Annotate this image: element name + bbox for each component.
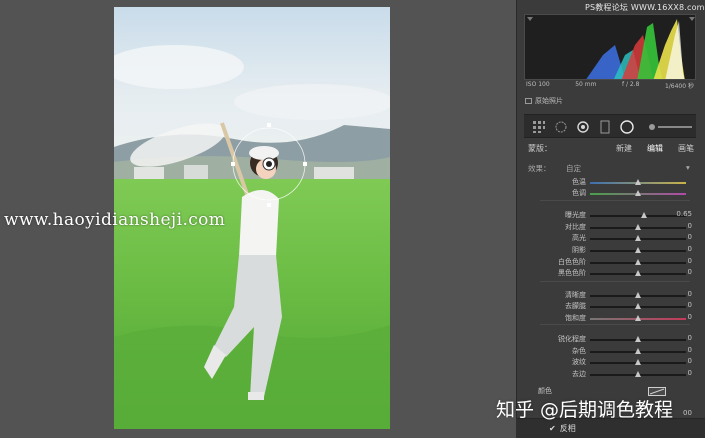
slider-row: 阴影 0 <box>524 245 700 256</box>
lightroom-workspace: www.haoyidiansheji.com PS教程论坛 WWW.16XX8.… <box>0 0 705 438</box>
checkbox-icon[interactable] <box>525 98 532 104</box>
slider-thumb[interactable] <box>635 336 641 342</box>
histogram <box>524 14 696 80</box>
slider-value[interactable]: 0 <box>688 346 692 354</box>
brush-size-slider[interactable] <box>648 120 694 134</box>
slider-value[interactable]: 0.65 <box>676 210 692 218</box>
effect-label: 效果： <box>528 164 551 173</box>
site-tag: PS教程论坛 WWW.16XX8.com <box>585 3 705 12</box>
slider-value[interactable]: 0 <box>688 257 692 265</box>
slider-label: 高光 <box>572 234 586 242</box>
slider-thumb[interactable] <box>635 224 641 230</box>
slider-row: 色温 <box>524 177 700 188</box>
slider-label: 去朦胧 <box>565 302 586 310</box>
slider-label: 曝光度 <box>565 211 586 219</box>
slider-value[interactable]: 0 <box>688 245 692 253</box>
spot-removal-icon[interactable] <box>554 120 568 134</box>
invert-toggle[interactable]: ✔ 反相 <box>549 423 576 434</box>
slider-thumb[interactable] <box>635 303 641 309</box>
tool-strip <box>524 114 696 138</box>
slider-thumb[interactable] <box>635 179 641 185</box>
slider-value[interactable]: 0 <box>688 233 692 241</box>
focal-readout: 50 mm <box>575 81 597 88</box>
slider-value[interactable]: 0 <box>688 357 692 365</box>
slider-label: 波纹 <box>572 358 586 366</box>
graduated-filter-icon[interactable] <box>600 120 610 134</box>
iso-readout: ISO 100 <box>526 81 550 88</box>
slider-row: 饱和度 0 <box>524 313 700 324</box>
slider-label: 色温 <box>572 178 586 186</box>
histogram-graph <box>527 17 695 79</box>
section-divider <box>540 324 690 325</box>
original-photo-label: 原始照片 <box>535 97 563 105</box>
slider-label: 白色色阶 <box>558 258 586 266</box>
slider-row: 锐化程度 0 <box>524 334 700 345</box>
slider-thumb[interactable] <box>635 359 641 365</box>
slider-value[interactable]: 0 <box>688 222 692 230</box>
slider-row: 去朦胧 0 <box>524 301 700 312</box>
slider-value[interactable]: 0 <box>688 369 692 377</box>
slider-label: 色调 <box>572 189 586 197</box>
slider-value[interactable]: 0 <box>688 268 692 276</box>
slider-row: 对比度 0 <box>524 222 700 233</box>
slider-label: 清晰度 <box>565 291 586 299</box>
slider-thumb[interactable] <box>635 259 641 265</box>
mask-title: 蒙版： <box>528 144 552 153</box>
slider-thumb[interactable] <box>635 371 641 377</box>
exif-info: ISO 100 50 mm f / 2.8 1/6400 秒 <box>524 81 696 91</box>
slider-label: 杂色 <box>572 347 586 355</box>
zoom-value: 00 <box>683 409 692 417</box>
radial-filter-icon[interactable] <box>620 120 634 134</box>
slider-thumb[interactable] <box>635 270 641 276</box>
effect-row[interactable]: 效果： 自定 ▾ <box>524 163 698 175</box>
slider-track[interactable] <box>590 215 686 217</box>
slider-thumb[interactable] <box>635 348 641 354</box>
slider-value[interactable]: 0 <box>688 301 692 309</box>
slider-row: 去边 0 <box>524 369 700 380</box>
slider-thumb[interactable] <box>635 247 641 253</box>
slider-row: 高光 0 <box>524 233 700 244</box>
slider-row: 黑色色阶 0 <box>524 268 700 279</box>
slider-thumb[interactable] <box>640 212 647 218</box>
slider-label: 锐化程度 <box>558 335 586 343</box>
slider-row: 杂色 0 <box>524 346 700 357</box>
effect-dropdown-icon[interactable]: ▾ <box>686 163 690 172</box>
slider-row: 白色色阶 0 <box>524 257 700 268</box>
slider-label: 对比度 <box>565 223 586 231</box>
slider-label: 阴影 <box>572 246 586 254</box>
aperture-readout: f / 2.8 <box>621 81 640 88</box>
red-eye-icon[interactable] <box>576 120 590 134</box>
brand-watermark: 知乎 @后期调色教程 <box>496 399 674 421</box>
mask-new-button[interactable]: 新建 <box>616 143 632 154</box>
slider-value[interactable]: 0 <box>688 290 692 298</box>
slider-label: 黑色色阶 <box>558 269 586 277</box>
grid-tool-icon[interactable] <box>532 120 546 134</box>
mask-header: 蒙版： 新建 编辑 画笔 <box>521 140 701 154</box>
slider-value[interactable]: 0 <box>688 313 692 321</box>
slider-thumb[interactable] <box>635 190 641 196</box>
slider-value[interactable]: 0 <box>688 334 692 342</box>
watermark-text: www.haoyidiansheji.com <box>4 210 226 230</box>
slider-label: 去边 <box>572 370 586 378</box>
slider-thumb[interactable] <box>635 315 641 321</box>
slider-row: 色调 <box>524 188 700 199</box>
invert-label: 反相 <box>559 424 576 433</box>
invert-check-icon[interactable]: ✔ <box>549 424 556 433</box>
slider-row: 曝光度 0.65 <box>524 210 700 221</box>
section-divider <box>540 281 690 282</box>
mask-brush-button[interactable]: 画笔 <box>678 143 694 154</box>
original-photo-toggle[interactable]: 原始照片 <box>525 96 563 106</box>
section-divider <box>540 200 690 201</box>
mask-edit-button[interactable]: 编辑 <box>647 143 663 154</box>
slider-thumb[interactable] <box>635 235 641 241</box>
slider-thumb[interactable] <box>635 292 641 298</box>
slider-row: 波纹 0 <box>524 357 700 368</box>
shutter-readout: 1/6400 秒 <box>664 83 694 90</box>
slider-row: 清晰度 0 <box>524 290 700 301</box>
slider-label: 饱和度 <box>565 314 586 322</box>
effect-value[interactable]: 自定 <box>566 163 581 174</box>
